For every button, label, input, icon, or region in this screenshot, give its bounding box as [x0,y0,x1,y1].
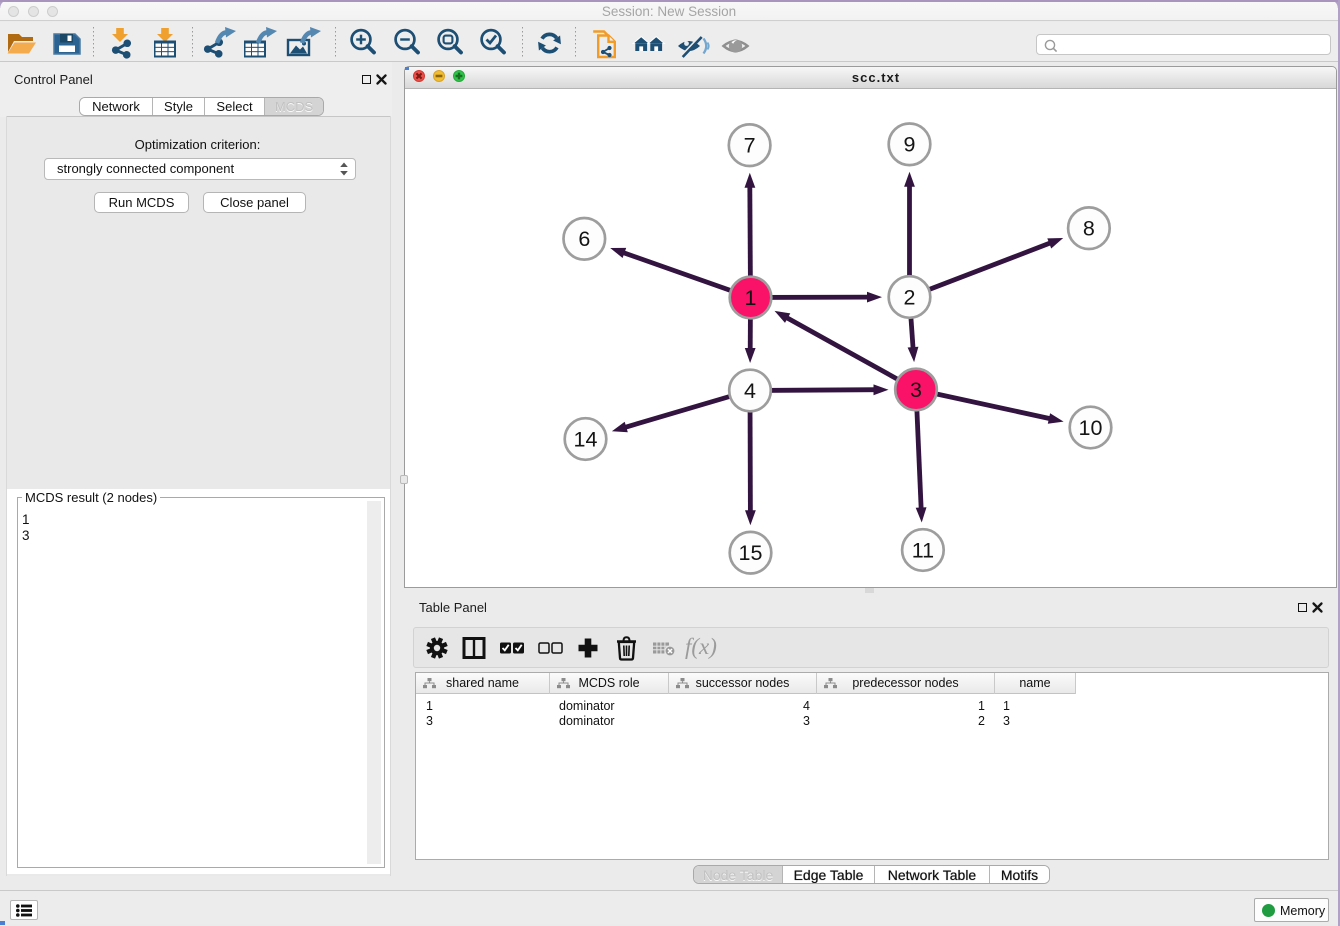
svg-text:7: 7 [744,134,756,158]
svg-text:3: 3 [910,378,922,402]
svg-text:9: 9 [904,133,916,157]
svg-text:1: 1 [745,286,757,310]
svg-text:14: 14 [574,427,598,451]
svg-text:8: 8 [1083,217,1095,241]
svg-text:15: 15 [739,541,763,565]
svg-text:6: 6 [578,227,590,251]
svg-text:10: 10 [1079,416,1103,440]
svg-text:2: 2 [904,285,916,309]
svg-text:4: 4 [744,379,756,403]
svg-text:11: 11 [912,538,934,562]
